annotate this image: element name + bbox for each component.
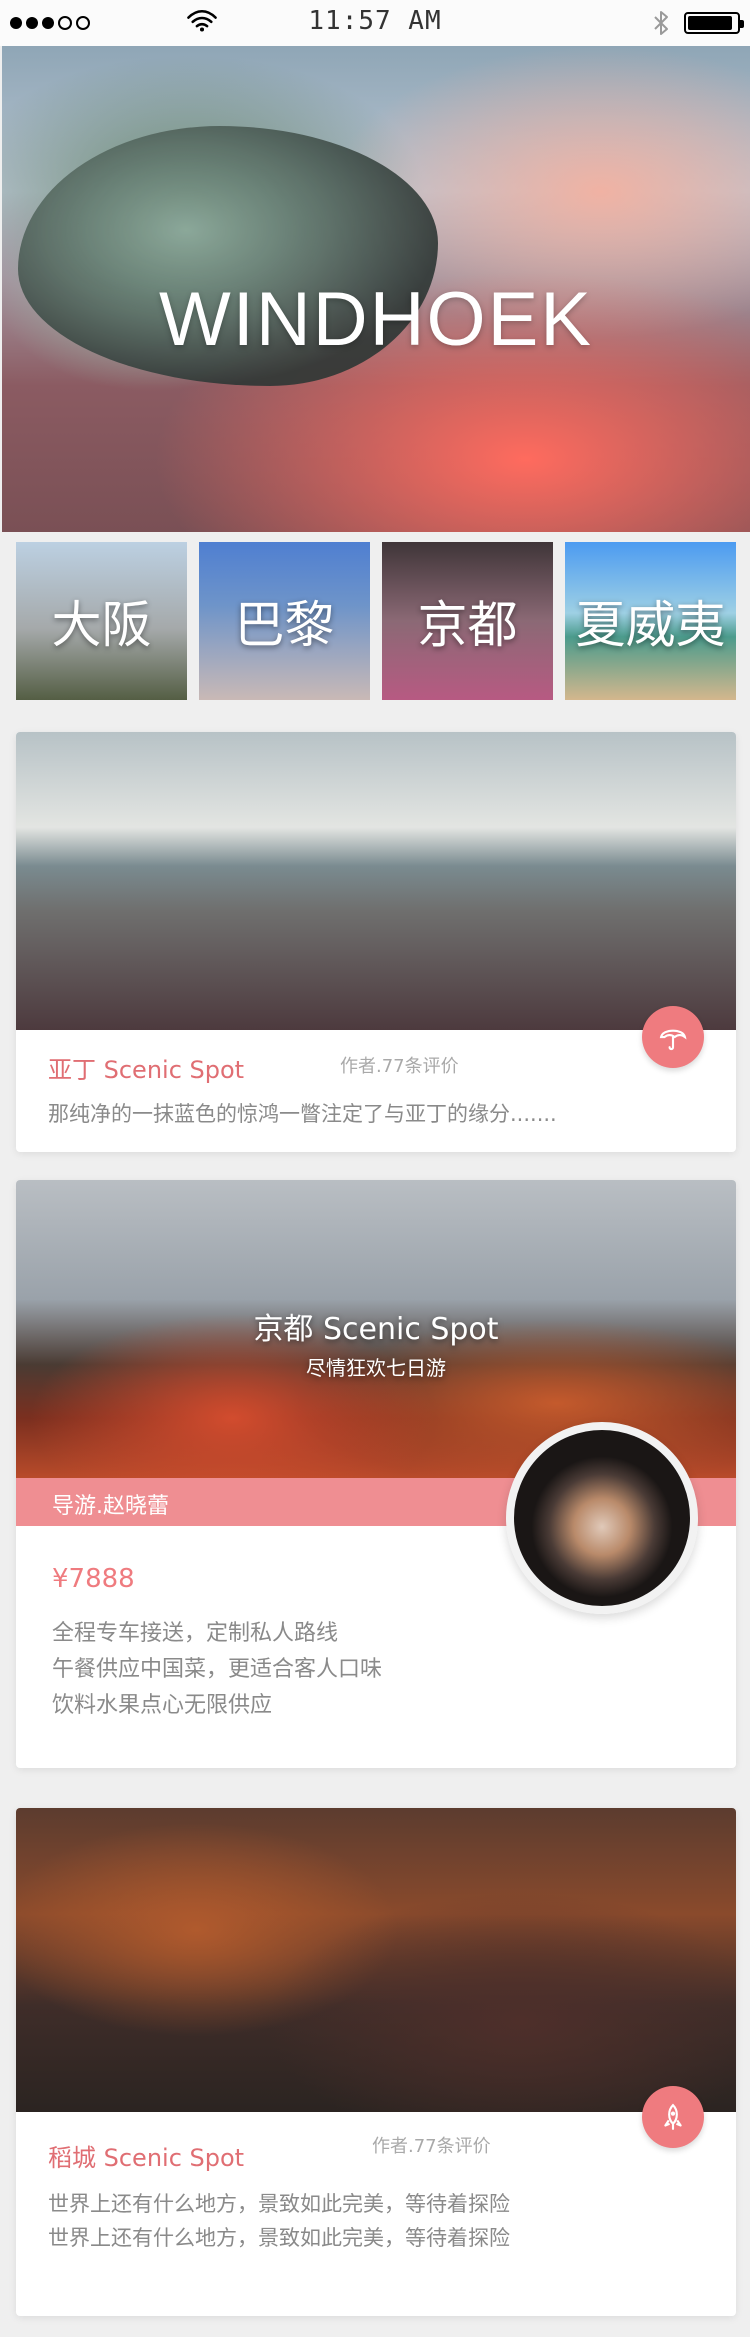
umbrella-icon	[659, 1029, 687, 1051]
city-tile-osaka[interactable]: 大阪	[16, 542, 187, 700]
card-description: 世界上还有什么地方，景致如此完美，等待着探险	[48, 2226, 510, 2250]
city-label: 京都	[417, 596, 518, 654]
card-description: 世界上还有什么地方，景致如此完美，等待着探险	[48, 2192, 510, 2216]
card-yading[interactable]: 亚丁 Scenic Spot 作者.77条评价 那纯净的一抹蓝色的惊鸿一瞥注定了…	[16, 732, 736, 1152]
card-subtitle: 尽情狂欢七日游	[306, 1356, 446, 1380]
status-time: 11:57 AM	[308, 6, 442, 36]
status-bar: 11:57 AM	[0, 0, 750, 46]
city-tile-kyoto[interactable]: 京都	[382, 542, 553, 700]
signal-dot	[76, 16, 90, 30]
feature-item: 午餐供应中国菜，更适合客人口味	[52, 1657, 383, 1682]
rocket-icon	[664, 2103, 682, 2130]
card-kyoto-tour[interactable]: 京都 Scenic Spot 尽情狂欢七日游 导游.赵晓蕾 ¥7888 全程专车…	[16, 1180, 736, 1768]
feature-list: 全程专车接送，定制私人路线 午餐供应中国菜，更适合客人口味 饮料水果点心无限供应	[52, 1616, 382, 1724]
card-daocheng[interactable]: 稻城 Scenic Spot 作者.77条评价 世界上还有什么地方，景致如此完美…	[16, 1808, 736, 2316]
card-meta: 作者.77条评价	[372, 2136, 491, 2157]
card-title: 稻城 Scenic Spot	[48, 2144, 245, 2172]
hero-title: WINDHOEK	[159, 277, 593, 362]
signal-dot	[58, 16, 72, 30]
city-label: 大阪	[51, 596, 152, 654]
city-tile-hawaii[interactable]: 夏威夷	[565, 542, 736, 700]
hero-banner[interactable]: WINDHOEK	[2, 46, 750, 532]
card-description: 那纯净的一抹蓝色的惊鸿一瞥注定了与亚丁的缘分.......	[48, 1102, 557, 1126]
card-title: 亚丁 Scenic Spot	[48, 1056, 245, 1084]
card-title: 京都 Scenic Spot	[253, 1312, 499, 1347]
wifi-icon	[187, 9, 217, 32]
city-row: 大阪 巴黎 京都 夏威夷	[16, 542, 736, 700]
battery-icon	[684, 12, 744, 34]
feature-item: 饮料水果点心无限供应	[52, 1693, 273, 1718]
guide-label: 导游.赵晓蕾	[52, 1494, 169, 1519]
bluetooth-icon	[654, 11, 668, 35]
feature-item: 全程专车接送，定制私人路线	[52, 1621, 339, 1646]
city-tile-paris[interactable]: 巴黎	[199, 542, 370, 700]
umbrella-button[interactable]	[642, 1006, 704, 1068]
price: ¥7888	[52, 1564, 135, 1594]
avatar[interactable]	[506, 1422, 698, 1614]
city-label: 夏威夷	[575, 596, 726, 654]
rocket-button[interactable]	[642, 2086, 704, 2148]
battery-fill	[688, 16, 732, 30]
battery-tip	[740, 20, 744, 28]
card-image	[16, 732, 736, 1030]
right-status	[652, 10, 744, 36]
city-label: 巴黎	[234, 596, 335, 654]
card-image	[16, 1808, 736, 2112]
signal-dots-icon	[10, 16, 90, 30]
signal-dot	[42, 17, 54, 29]
card-meta: 作者.77条评价	[340, 1056, 459, 1077]
signal-dot	[10, 17, 22, 29]
signal-dot	[26, 17, 38, 29]
